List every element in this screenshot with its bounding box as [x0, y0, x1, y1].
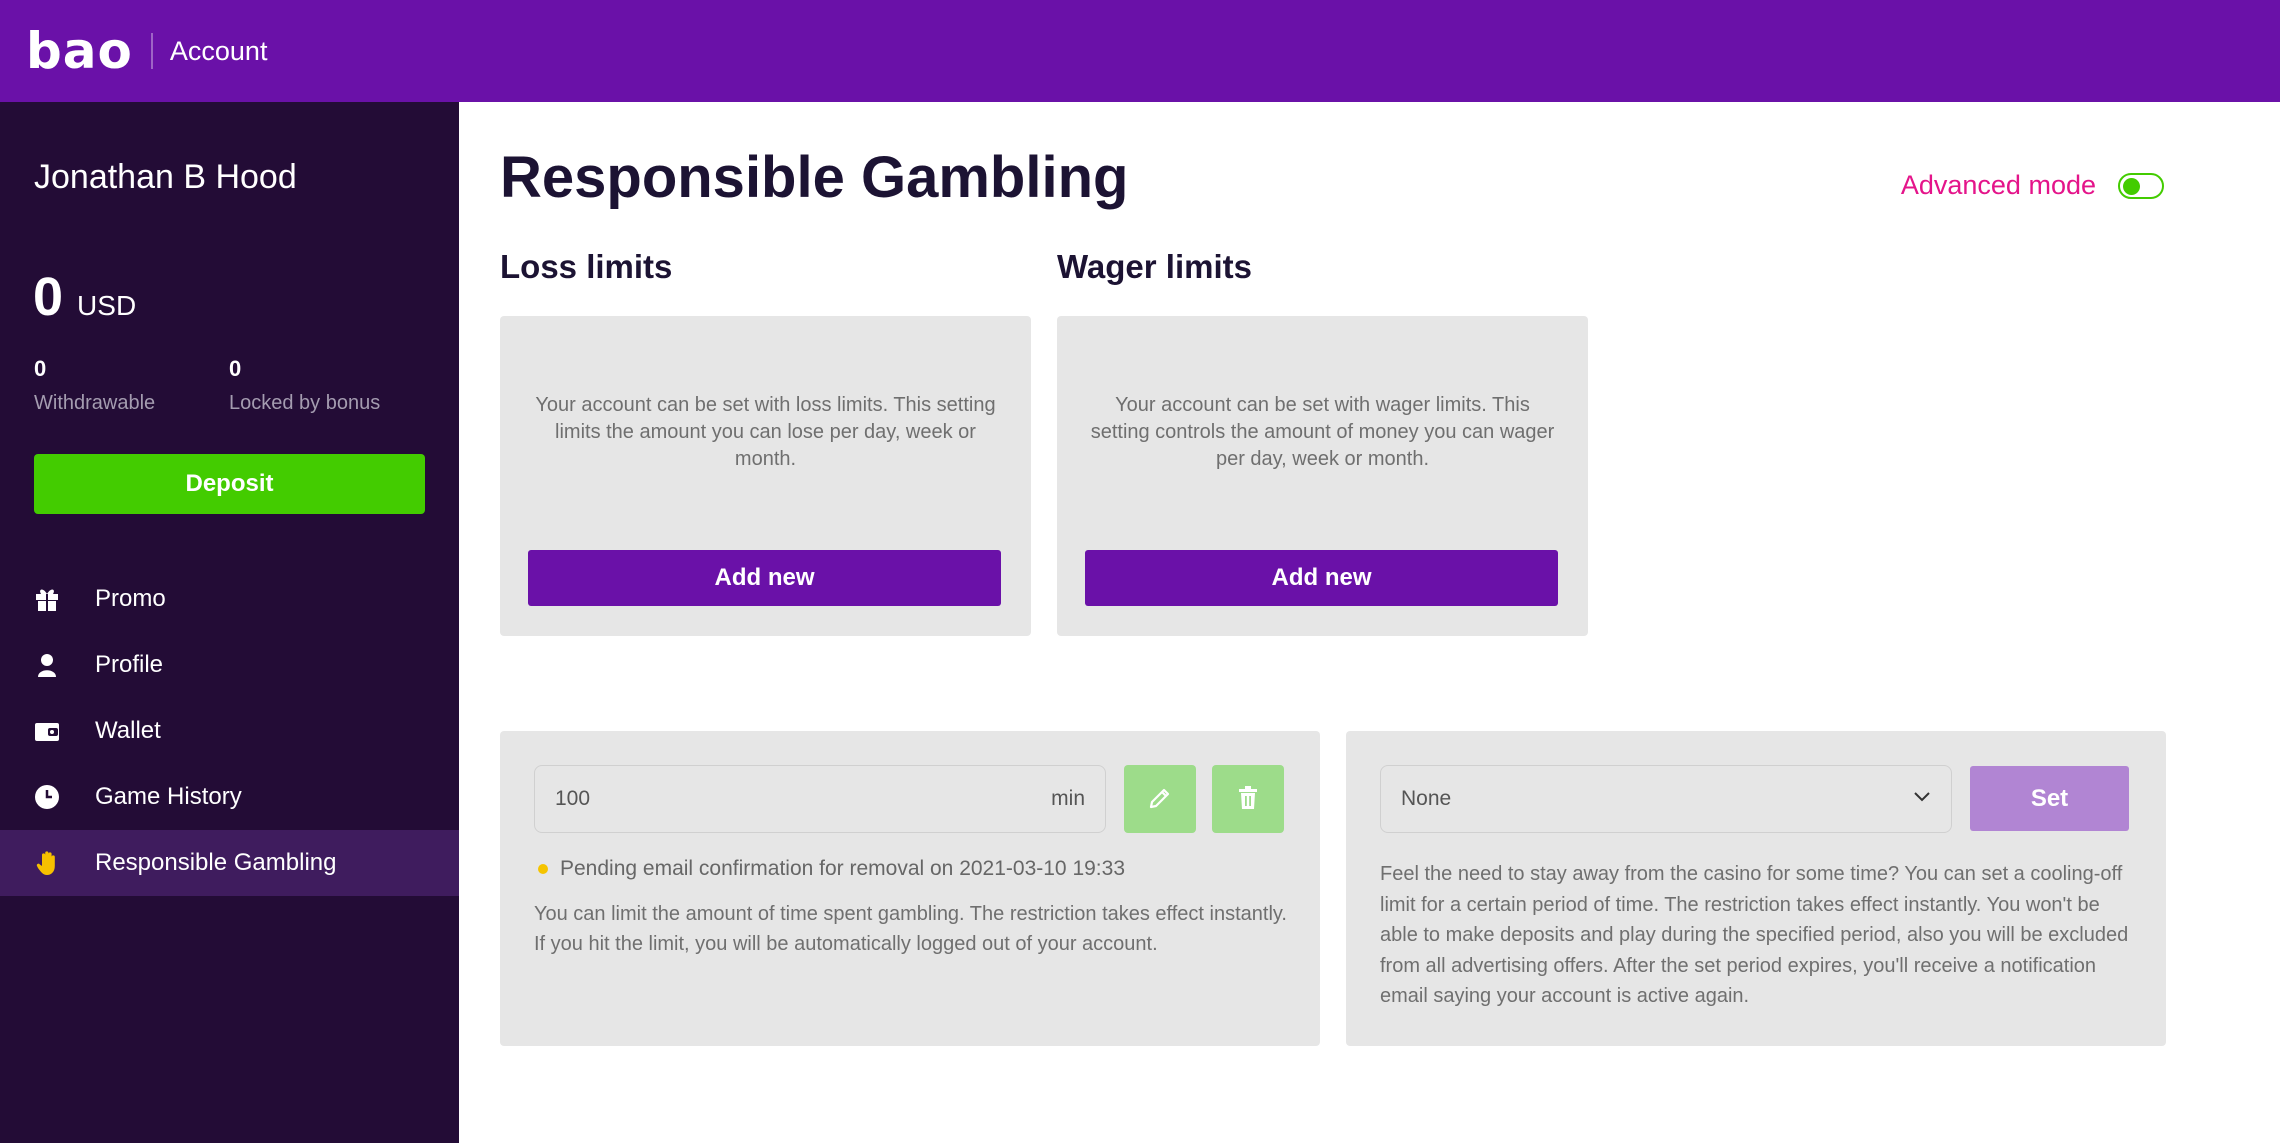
sidebar-item-label: Promo [95, 585, 166, 612]
cooling-off-description: Feel the need to stay away from the casi… [1380, 863, 2129, 1007]
user-icon [34, 652, 60, 678]
pending-text: Pending email confirmation for removal o… [560, 857, 1126, 880]
withdrawable-label: Withdrawable [34, 392, 156, 414]
main-content: Responsible Gambling Advanced mode Loss … [459, 102, 2280, 1143]
edit-time-limit-button[interactable] [1124, 765, 1196, 833]
sidebar-item-wallet[interactable]: Wallet [0, 698, 459, 764]
wager-limits-title: Wager limits [1057, 248, 1252, 285]
header-title: Account [169, 35, 268, 66]
sidebar-item-label: Profile [95, 651, 164, 678]
time-limit-panel: 100 min Pending email confirmation for r… [500, 731, 1320, 1046]
sidebar-item-promo[interactable]: Promo [0, 566, 459, 632]
loss-limits-description: Your account can be set with loss limits… [535, 394, 996, 470]
set-cooling-off-button[interactable]: Set [1970, 766, 2129, 831]
time-limit-input[interactable]: 100 min [534, 765, 1106, 833]
locked-bonus-value: 0 [229, 356, 242, 381]
wager-limits-card: Your account can be set with wager limit… [1057, 316, 1588, 636]
loss-limits-card: Your account can be set with loss limits… [500, 316, 1031, 636]
top-bar: bao Account [0, 0, 2280, 102]
page-title: Responsible Gambling [500, 145, 1129, 210]
sidebar-item-label: Game History [95, 783, 242, 810]
chevron-down-icon [1913, 790, 1931, 808]
add-loss-limit-button[interactable]: Add new [528, 550, 1001, 606]
sidebar-item-responsible-gambling[interactable]: Responsible Gambling [0, 830, 459, 896]
balance-currency: USD [77, 290, 137, 321]
trash-icon [1236, 785, 1260, 814]
user-name: Jonathan B Hood [34, 158, 297, 196]
time-limit-description: You can limit the amount of time spent g… [534, 903, 1287, 955]
cooling-off-select[interactable]: None [1380, 765, 1952, 833]
sidebar-nav: Promo Profile Wallet Game History Respon… [0, 566, 459, 896]
sidebar-item-label: Wallet [95, 717, 161, 744]
advanced-mode: Advanced mode [1901, 170, 2164, 201]
deposit-button[interactable]: Deposit [34, 454, 425, 514]
sidebar-item-game-history[interactable]: Game History [0, 764, 459, 830]
cooling-off-panel: None Set Feel the need to stay away from… [1346, 731, 2166, 1046]
header-divider [150, 33, 153, 69]
withdrawable-stat: 0 Withdrawable [34, 356, 155, 415]
sidebar-item-profile[interactable]: Profile [0, 632, 459, 698]
delete-time-limit-button[interactable] [1212, 765, 1284, 833]
gift-icon [34, 586, 60, 612]
cooling-off-selected: None [1401, 787, 1452, 810]
time-limit-unit: min [1051, 787, 1085, 810]
pending-status-dot [538, 864, 548, 874]
bao-logo[interactable]: bao [26, 23, 133, 79]
advanced-mode-label: Advanced mode [1900, 170, 2096, 200]
sidebar-item-label: Responsible Gambling [95, 849, 337, 876]
clock-icon [34, 784, 60, 810]
toggle-knob [2123, 177, 2140, 195]
pending-notice: Pending email confirmation for removal o… [534, 857, 1125, 881]
time-limit-value: 100 [555, 787, 591, 810]
locked-bonus-label: Locked by bonus [229, 392, 381, 414]
withdrawable-value: 0 [34, 356, 47, 381]
wallet-icon [34, 718, 60, 744]
balance-amount: 0 [33, 267, 64, 327]
add-wager-limit-button[interactable]: Add new [1085, 550, 1558, 606]
locked-bonus-stat: 0 Locked by bonus [229, 356, 380, 415]
advanced-mode-toggle[interactable] [2118, 172, 2164, 199]
hand-icon [34, 850, 60, 876]
balance: 0 USD [33, 266, 136, 328]
loss-limits-title: Loss limits [500, 248, 673, 285]
sidebar: Jonathan B Hood 0 USD 0 Withdrawable 0 L… [0, 102, 459, 1143]
wager-limits-description: Your account can be set with wager limit… [1090, 394, 1555, 470]
pencil-icon [1147, 785, 1173, 814]
